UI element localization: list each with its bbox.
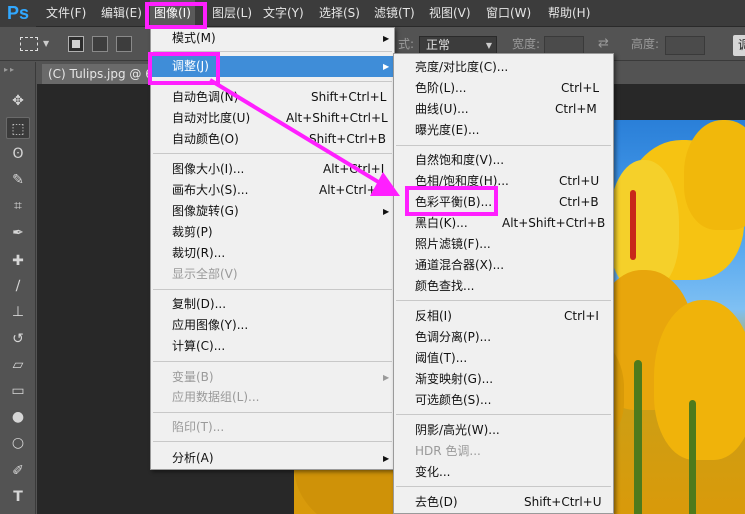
- menu-help[interactable]: 帮助(H): [544, 0, 594, 27]
- menu-item-analysis[interactable]: 分析(A) ▶: [151, 448, 394, 469]
- subtract-selection-button[interactable]: [116, 36, 132, 52]
- menu-bar: Ps 文件(F) 编辑(E) 图像(I) 图层(L) 文字(Y) 选择(S) 滤…: [0, 0, 745, 27]
- chevron-down-icon: ▼: [485, 41, 492, 50]
- photoshop-logo: Ps: [0, 0, 36, 27]
- menu-item-channel-mixer[interactable]: 通道混合器(X)...: [394, 255, 613, 276]
- menu-item-reveal-all: 显示全部(V): [172, 267, 238, 281]
- preset-caret-icon[interactable]: ▼: [43, 39, 49, 48]
- submenu-arrow-icon: ▶: [383, 373, 390, 382]
- menu-item-posterize[interactable]: 色调分离(P)...: [394, 327, 613, 348]
- menu-item-apply-image[interactable]: 应用图像(Y)...: [151, 315, 394, 336]
- add-selection-button[interactable]: [92, 36, 108, 52]
- menu-item-trap: 陷印(T)...: [172, 420, 225, 434]
- menu-item-gradient-map[interactable]: 渐变映射(G)...: [394, 369, 613, 390]
- healing-tool-icon[interactable]: ✚: [6, 250, 30, 272]
- height-label: 高度:: [631, 37, 660, 51]
- menu-item-canvas-size[interactable]: 画布大小(S)... Alt+Ctrl+C: [151, 180, 394, 201]
- menu-item-mode[interactable]: 模式(M) ▶: [151, 28, 394, 49]
- width-label: 宽度:: [512, 37, 541, 51]
- annotation-box-image-menu: [145, 2, 207, 29]
- new-selection-button[interactable]: [68, 36, 84, 52]
- stamp-tool-icon[interactable]: ⊥: [6, 301, 30, 323]
- adjustments-submenu: 亮度/对比度(C)... 色阶(L)... Ctrl+L 曲线(U)... Ct…: [393, 53, 614, 514]
- gradient-tool-icon[interactable]: ▭: [6, 380, 30, 402]
- eraser-tool-icon[interactable]: ▱: [6, 354, 30, 376]
- annotation-box-color-balance: [405, 186, 498, 216]
- menu-item-calculations[interactable]: 计算(C)...: [151, 336, 394, 357]
- marquee-preset-icon[interactable]: [20, 37, 38, 51]
- menu-item-variables: 变量(B) ▶: [151, 367, 394, 388]
- submenu-arrow-icon: ▶: [383, 454, 390, 463]
- menu-item-desaturate[interactable]: 去色(D) Shift+Ctrl+U: [394, 492, 613, 513]
- height-input[interactable]: [665, 36, 705, 55]
- menu-item-threshold[interactable]: 阈值(T)...: [394, 348, 613, 369]
- menu-item-shadows-highlights[interactable]: 阴影/高光(W)...: [394, 420, 613, 441]
- panel-grip-icon[interactable]: ▸▸: [4, 65, 16, 74]
- dodge-tool-icon[interactable]: ○: [6, 432, 30, 454]
- menu-item-curves[interactable]: 曲线(U)... Ctrl+M: [394, 99, 613, 120]
- menu-item-apply-data-set: 应用数据组(L)...: [172, 390, 260, 404]
- menu-view[interactable]: 视图(V): [425, 0, 475, 27]
- style-select-value: 正常: [426, 38, 451, 52]
- menu-item-duplicate[interactable]: 复制(D)...: [151, 294, 394, 315]
- menu-item-brightness-contrast[interactable]: 亮度/对比度(C)...: [394, 57, 613, 78]
- menu-item-color-lookup[interactable]: 颜色查找...: [394, 276, 613, 297]
- menu-file[interactable]: 文件(F): [42, 0, 90, 27]
- menu-item-auto-contrast[interactable]: 自动对比度(U) Alt+Shift+Ctrl+L: [151, 108, 394, 129]
- submenu-arrow-icon: ▶: [383, 34, 390, 43]
- menu-item-photo-filter[interactable]: 照片滤镜(F)...: [394, 234, 613, 255]
- lasso-tool-icon[interactable]: ʘ: [6, 143, 30, 165]
- menu-item-invert[interactable]: 反相(I) Ctrl+I: [394, 306, 613, 327]
- history-brush-tool-icon[interactable]: ↺: [6, 328, 30, 350]
- menu-item-exposure[interactable]: 曝光度(E)...: [394, 120, 613, 141]
- move-tool-icon[interactable]: ✥: [6, 90, 30, 112]
- menu-item-trim[interactable]: 裁切(R)...: [151, 243, 394, 264]
- brush-tool-icon[interactable]: ∕: [6, 275, 30, 297]
- menu-item-auto-color[interactable]: 自动颜色(O) Shift+Ctrl+B: [151, 129, 394, 150]
- menu-item-levels[interactable]: 色阶(L)... Ctrl+L: [394, 78, 613, 99]
- crop-tool-icon[interactable]: ⌗: [6, 195, 30, 217]
- pen-tool-icon[interactable]: ✐: [6, 460, 30, 482]
- menu-item-crop[interactable]: 裁剪(P): [151, 222, 394, 243]
- swap-icon[interactable]: ⇄: [598, 36, 609, 51]
- refine-edge-button[interactable]: 调: [733, 35, 745, 56]
- submenu-arrow-icon: ▶: [383, 207, 390, 216]
- menu-item-black-white[interactable]: 黑白(K)... Alt+Shift+Ctrl+B: [394, 213, 613, 234]
- menu-select[interactable]: 选择(S): [315, 0, 364, 27]
- menu-type[interactable]: 文字(Y): [259, 0, 308, 27]
- blur-tool-icon[interactable]: ●: [6, 406, 30, 428]
- menu-item-hdr-toning: HDR 色调...: [415, 444, 481, 458]
- menu-item-variations[interactable]: 变化...: [394, 462, 613, 483]
- menu-item-selective-color[interactable]: 可选颜色(S)...: [394, 390, 613, 411]
- image-menu: 模式(M) ▶ 调整(J) ▶ 自动色调(N) Shift+Ctrl+L 自动对…: [150, 27, 395, 470]
- marquee-tool-icon[interactable]: ⬚: [6, 117, 30, 139]
- menu-item-auto-tone[interactable]: 自动色调(N) Shift+Ctrl+L: [151, 87, 394, 108]
- type-tool-icon[interactable]: T: [6, 486, 30, 508]
- style-label: 式:: [398, 37, 415, 51]
- menu-layer[interactable]: 图层(L): [208, 0, 256, 27]
- annotation-box-adjustments: [148, 52, 220, 85]
- menu-item-vibrance[interactable]: 自然饱和度(V)...: [394, 150, 613, 171]
- eyedropper-tool-icon[interactable]: ✒: [6, 222, 30, 244]
- menu-item-image-size[interactable]: 图像大小(I)... Alt+Ctrl+I: [151, 159, 394, 180]
- quick-select-tool-icon[interactable]: ✎: [6, 169, 30, 191]
- menu-filter[interactable]: 滤镜(T): [370, 0, 419, 27]
- menu-edit[interactable]: 编辑(E): [97, 0, 146, 27]
- menu-item-image-rotation[interactable]: 图像旋转(G) ▶: [151, 201, 394, 222]
- tools-panel: ▸▸ ✥ ⬚ ʘ ✎ ⌗ ✒ ✚ ∕ ⊥ ↺ ▱ ▭ ● ○ ✐ T: [0, 62, 36, 514]
- submenu-arrow-icon: ▶: [383, 62, 390, 71]
- document-tab[interactable]: (C) Tulips.jpg @ 66: [42, 64, 150, 84]
- menu-window[interactable]: 窗口(W): [482, 0, 535, 27]
